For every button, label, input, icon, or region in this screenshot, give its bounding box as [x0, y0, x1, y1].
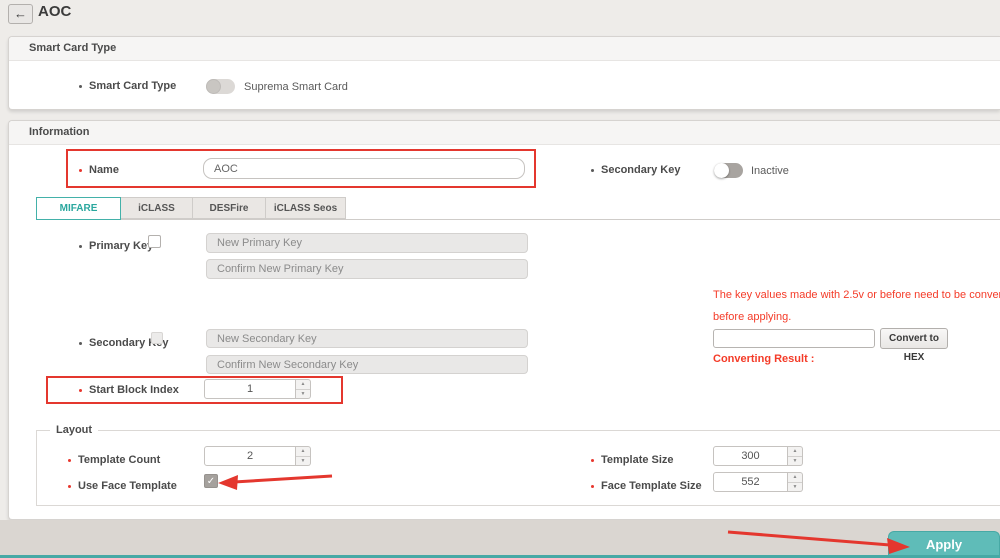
name-input[interactable]	[203, 158, 525, 179]
stepper-buttons: ▲ ▼	[788, 472, 803, 492]
stepper-down-icon[interactable]: ▼	[788, 457, 802, 466]
hex-convert-input[interactable]	[713, 329, 875, 348]
smart-card-type-label: Smart Card Type	[89, 80, 176, 92]
secondary-key-state: Inactive	[751, 165, 789, 177]
toggle-knob	[206, 79, 221, 94]
tab-iclass-seos[interactable]: iCLASS Seos	[266, 197, 346, 219]
use-face-template-label: Use Face Template	[78, 480, 177, 492]
new-primary-key-input[interactable]	[206, 233, 528, 253]
confirm-new-secondary-key-input[interactable]	[206, 355, 528, 374]
tab-mifare[interactable]: MIFARE	[36, 197, 121, 220]
stepper-up-icon[interactable]: ▲	[788, 447, 802, 457]
stepper-down-icon[interactable]: ▼	[788, 483, 802, 492]
template-size-value[interactable]: 300	[713, 446, 788, 466]
smart-card-type-value: Suprema Smart Card	[244, 81, 348, 93]
stepper-buttons: ▲ ▼	[296, 446, 311, 466]
primary-key-label: Primary Key	[89, 240, 153, 252]
layout-group-title: Layout	[50, 424, 98, 436]
tab-desfire[interactable]: DESFire	[193, 197, 266, 219]
start-block-index-value[interactable]: 1	[204, 379, 296, 399]
required-dot	[591, 459, 594, 462]
use-face-template-checkbox[interactable]: ✓	[204, 474, 218, 488]
hex-note-line1: The key values made with 2.5v or before …	[713, 289, 1000, 301]
required-dot	[68, 459, 71, 462]
information-panel: Information Name Secondary Key Inactive …	[8, 120, 1000, 520]
checkmark-icon: ✓	[207, 476, 215, 487]
stepper-buttons: ▲ ▼	[788, 446, 803, 466]
new-secondary-key-input[interactable]	[206, 329, 528, 348]
bullet-dot	[79, 342, 82, 345]
tab-baseline	[36, 219, 1000, 220]
secondary-key-checkbox[interactable]	[151, 332, 163, 344]
stepper-down-icon[interactable]: ▼	[296, 457, 310, 466]
card-type-tabs: MIFARE iCLASS DESFire iCLASS Seos	[36, 197, 346, 220]
apply-button[interactable]: Apply	[888, 531, 1000, 558]
bullet-dot	[79, 85, 82, 88]
face-template-size-value[interactable]: 552	[713, 472, 788, 492]
footer-bar	[0, 520, 1000, 558]
stepper-down-icon[interactable]: ▼	[296, 390, 310, 399]
bullet-dot	[79, 245, 82, 248]
hex-note-line2: before applying.	[713, 311, 791, 323]
secondary-key-toggle[interactable]	[714, 163, 743, 178]
page-title: AOC	[38, 3, 71, 20]
template-count-stepper: 2 ▲ ▼	[204, 446, 311, 466]
stepper-up-icon[interactable]: ▲	[296, 447, 310, 457]
template-size-label: Template Size	[601, 454, 674, 466]
convert-to-hex-button[interactable]: Convert to HEX	[880, 328, 948, 349]
face-template-size-stepper: 552 ▲ ▼	[713, 472, 803, 492]
required-dot	[79, 169, 82, 172]
confirm-new-primary-key-input[interactable]	[206, 259, 528, 279]
smart-card-settings-page: ← AOC Smart Card Type Smart Card Type Su…	[0, 0, 1000, 558]
layout-group	[36, 430, 1000, 506]
tab-iclass[interactable]: iCLASS	[121, 197, 193, 219]
primary-key-checkbox[interactable]	[148, 235, 161, 248]
template-size-stepper: 300 ▲ ▼	[713, 446, 803, 466]
required-dot	[68, 485, 71, 488]
toggle-knob	[714, 163, 729, 178]
smart-card-type-panel: Smart Card Type Smart Card Type Suprema …	[8, 36, 1000, 110]
name-label: Name	[89, 164, 119, 176]
smart-card-type-section-title: Smart Card Type	[9, 37, 1000, 61]
stepper-up-icon[interactable]: ▲	[788, 473, 802, 483]
start-block-index-stepper: 1 ▲ ▼	[204, 379, 311, 399]
face-template-size-label: Face Template Size	[601, 480, 702, 492]
bullet-dot	[591, 169, 594, 172]
template-count-label: Template Count	[78, 454, 160, 466]
converting-result-label: Converting Result :	[713, 353, 814, 365]
stepper-buttons: ▲ ▼	[296, 379, 311, 399]
stepper-up-icon[interactable]: ▲	[296, 380, 310, 390]
start-block-index-label: Start Block Index	[89, 384, 179, 396]
secondary-key-toggle-label: Secondary Key	[601, 164, 680, 176]
smart-card-type-toggle[interactable]	[206, 79, 235, 94]
template-count-value[interactable]: 2	[204, 446, 296, 466]
back-arrow-icon: ←	[14, 6, 27, 21]
required-dot	[591, 485, 594, 488]
information-section-title: Information	[9, 121, 1000, 145]
required-dot	[79, 389, 82, 392]
back-button[interactable]: ←	[8, 4, 33, 24]
